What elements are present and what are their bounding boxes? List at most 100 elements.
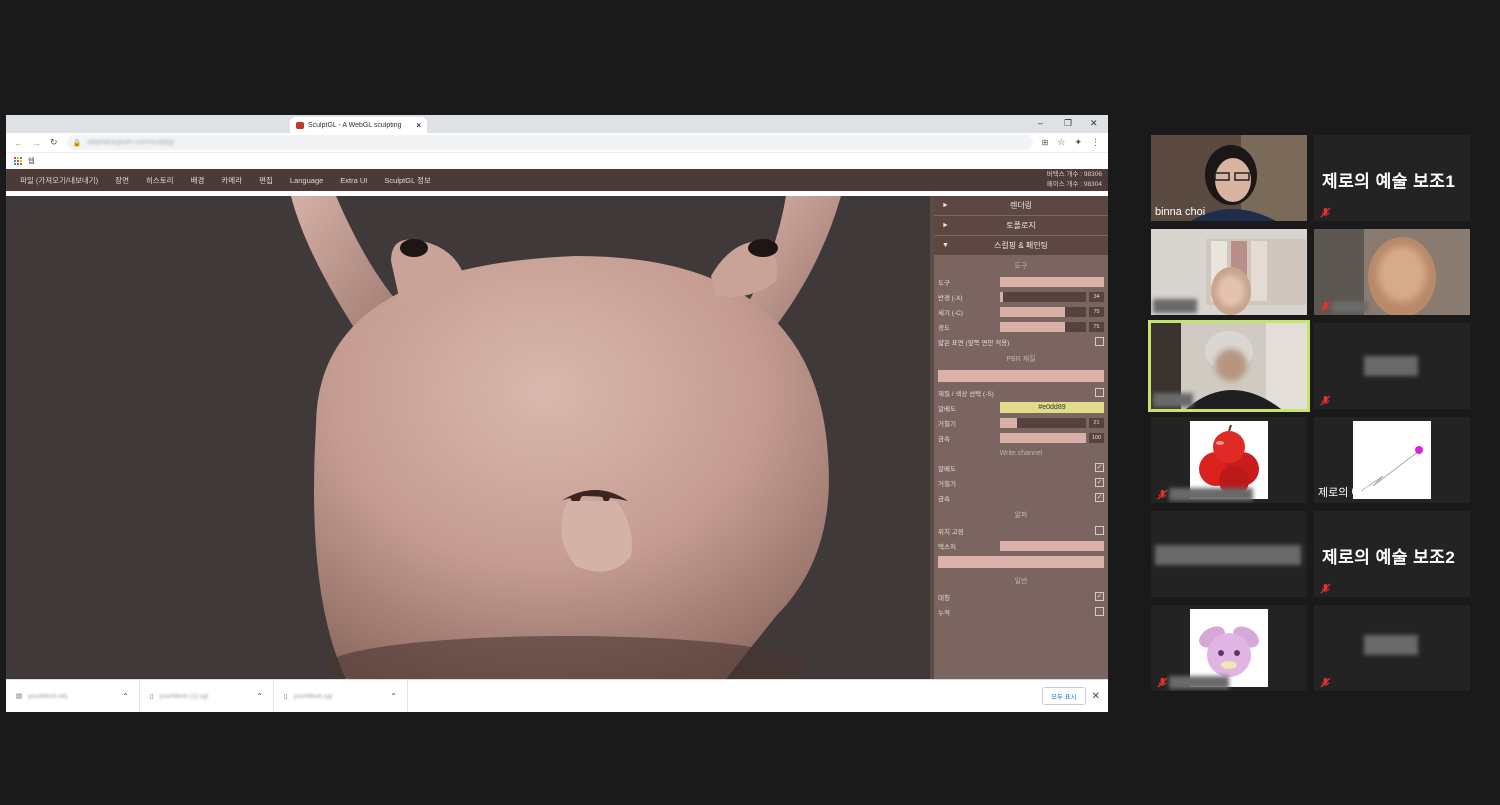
sculpted-model [291, 196, 841, 679]
participant-tile[interactable]: 제로의 예술 보조2 [1314, 511, 1470, 597]
albedo-color-input[interactable]: #e0dd89 [1000, 402, 1104, 413]
bookmark-web[interactable]: 웹 [28, 156, 34, 166]
participant-name: 제로의 예술 보조2 [1322, 548, 1456, 567]
hardness-value[interactable]: 75 [1089, 321, 1104, 332]
material-preset-select[interactable] [938, 370, 1104, 382]
roughness-value[interactable]: 21 [1089, 417, 1104, 428]
participant-name: 제로의 예술 - 전... [1318, 487, 1401, 499]
chevron-up-icon[interactable]: ⌃ [256, 692, 263, 701]
menu-about[interactable]: SculptGL 정보 [384, 175, 430, 186]
participant-tile[interactable] [1151, 229, 1307, 315]
menu-history[interactable]: 히스토리 [146, 175, 174, 186]
participant-tile-active-speaker[interactable] [1148, 320, 1310, 412]
metal-slider[interactable] [1000, 432, 1086, 443]
menu-edit[interactable]: 편집 [259, 175, 273, 186]
mesh-stats: 버텍스 개수 : 98306 페이스 개수 : 98304 [1047, 170, 1102, 190]
browser-tab-strip: SculptGL - A WebGL sculpting × – ❐ ✕ [6, 115, 1108, 133]
intensity-slider[interactable] [1000, 306, 1086, 317]
participant-tile[interactable] [1314, 605, 1470, 691]
right-ear-tip [748, 239, 778, 257]
extensions-icon[interactable]: ✦ [1074, 137, 1082, 148]
browser-tab[interactable]: SculptGL - A WebGL sculpting × [290, 117, 427, 133]
file-icon: ▤ [16, 693, 23, 700]
window-close-button[interactable]: ✕ [1090, 118, 1098, 129]
minimize-button[interactable]: – [1038, 118, 1043, 128]
hardness-row: 경도 75 [934, 319, 1108, 334]
tool-select[interactable] [1000, 276, 1104, 287]
download-item[interactable]: ▯ yourMesh (1).sgl ⌃ [140, 679, 274, 712]
downloads-close-button[interactable]: ✕ [1092, 691, 1100, 702]
lock-checkbox[interactable] [1095, 526, 1104, 535]
continuous-row: 누적 [934, 604, 1108, 619]
sculpt-settings-panel: ► 렌더링 ► 토폴로지 ▼ 스컬핑 & 페인팅 도구 도구 반경 (-X) 34 세기… [930, 196, 1108, 679]
import-alpha-button[interactable] [938, 556, 1104, 568]
sculptgl-menubar: 파일 (가져오기/내보내기) 장면 히스토리 배경 카메라 편집 Languag… [6, 169, 1108, 191]
participant-tile[interactable] [1151, 511, 1307, 597]
download-item[interactable]: ▤ yourMesh.obj ⌃ [6, 679, 140, 712]
symmetry-checkbox[interactable]: ✓ [1095, 592, 1104, 601]
download-item[interactable]: ▯ yourMesh.sgl ⌃ [274, 679, 408, 712]
back-icon[interactable]: ← [14, 138, 23, 148]
mic-muted-icon [1320, 395, 1331, 406]
more-menu-icon[interactable]: ⋮ [1091, 137, 1100, 148]
translate-icon[interactable]: ⊞ [1042, 138, 1049, 147]
collapsed-arrow-icon: ► [942, 222, 949, 229]
menu-extra-ui[interactable]: Extra UI [340, 176, 367, 185]
reload-icon[interactable]: ↻ [50, 137, 58, 148]
cull-row: 얇은 표면 (앞쪽 면만 적용) [934, 334, 1108, 349]
section-rendering[interactable]: ► 렌더링 [934, 196, 1108, 215]
material-checkbox[interactable] [1095, 388, 1104, 397]
show-all-button[interactable]: 모두 표시 [1041, 687, 1086, 705]
mic-muted-icon [1320, 677, 1331, 688]
menu-scene[interactable]: 장면 [115, 175, 129, 186]
metal-value[interactable]: 100 [1089, 432, 1104, 443]
cull-checkbox[interactable] [1095, 337, 1104, 346]
menu-file[interactable]: 파일 (가져오기/내보내기) [20, 175, 98, 186]
lock-row: 위치 고정 [934, 523, 1108, 538]
hardness-slider[interactable] [1000, 321, 1086, 332]
star-icon[interactable]: ☆ [1057, 137, 1065, 148]
participant-tile[interactable] [1151, 417, 1307, 503]
participant-tile[interactable]: 제로의 예술 보조1 [1314, 135, 1470, 221]
forward-icon[interactable]: → [32, 138, 41, 148]
participant-name: binna choi [1155, 206, 1206, 218]
downloads-bar: ▤ yourMesh.obj ⌃ ▯ yourMesh (1).sgl ⌃ ▯ yourM… [6, 679, 1108, 712]
restore-button[interactable]: ❐ [1064, 118, 1072, 129]
section-sculpting[interactable]: ▼ 스컬핑 & 페인팅 [934, 236, 1108, 255]
albedo-row: 알베도 #e0dd89 [934, 400, 1108, 415]
sculptgl-favicon-icon [296, 121, 304, 129]
lock-icon: 🔒 [72, 139, 82, 147]
participant-tile[interactable]: 제로의 예술 - 전... [1314, 417, 1470, 503]
radius-value[interactable]: 34 [1089, 291, 1104, 302]
participant-tile[interactable]: binna choi [1151, 135, 1307, 221]
roughness-slider[interactable] [1000, 417, 1086, 428]
intensity-row: 세기 (-C) 75 [934, 304, 1108, 319]
texture-select[interactable] [1000, 540, 1104, 551]
alpha-header: 알파 [1014, 512, 1028, 519]
section-topology[interactable]: ► 토폴로지 [934, 216, 1108, 235]
participant-tile[interactable] [1314, 323, 1470, 409]
menu-background[interactable]: 배경 [191, 175, 205, 186]
chevron-up-icon[interactable]: ⌃ [390, 692, 397, 701]
bookmarks-bar: 웹 [6, 153, 1108, 169]
url-input[interactable]: 🔒 stephaneginier.com/sculptgl [66, 135, 1033, 150]
write-albedo-checkbox[interactable]: ✓ [1095, 463, 1104, 472]
continuous-checkbox[interactable] [1095, 607, 1104, 616]
general-header: 일반 [1014, 578, 1028, 585]
mic-muted-icon [1157, 489, 1168, 500]
sculpt-viewport[interactable] [6, 196, 930, 679]
tab-close-icon[interactable]: × [416, 121, 421, 130]
menu-camera[interactable]: 카메라 [221, 175, 242, 186]
file-icon: ▯ [150, 693, 154, 700]
menu-language[interactable]: Language [290, 176, 323, 185]
participant-tile[interactable] [1151, 605, 1307, 691]
write-channel-header: Write channel [999, 450, 1043, 457]
chevron-up-icon[interactable]: ⌃ [122, 692, 129, 701]
write-metal-checkbox[interactable]: ✓ [1095, 493, 1104, 502]
write-roughness-checkbox[interactable]: ✓ [1095, 478, 1104, 487]
participant-tile[interactable] [1314, 229, 1470, 315]
radius-slider[interactable] [1000, 291, 1086, 302]
metal-row: 금속 100 [934, 430, 1108, 445]
intensity-value[interactable]: 75 [1089, 306, 1104, 317]
apps-grid-icon[interactable] [14, 157, 22, 165]
